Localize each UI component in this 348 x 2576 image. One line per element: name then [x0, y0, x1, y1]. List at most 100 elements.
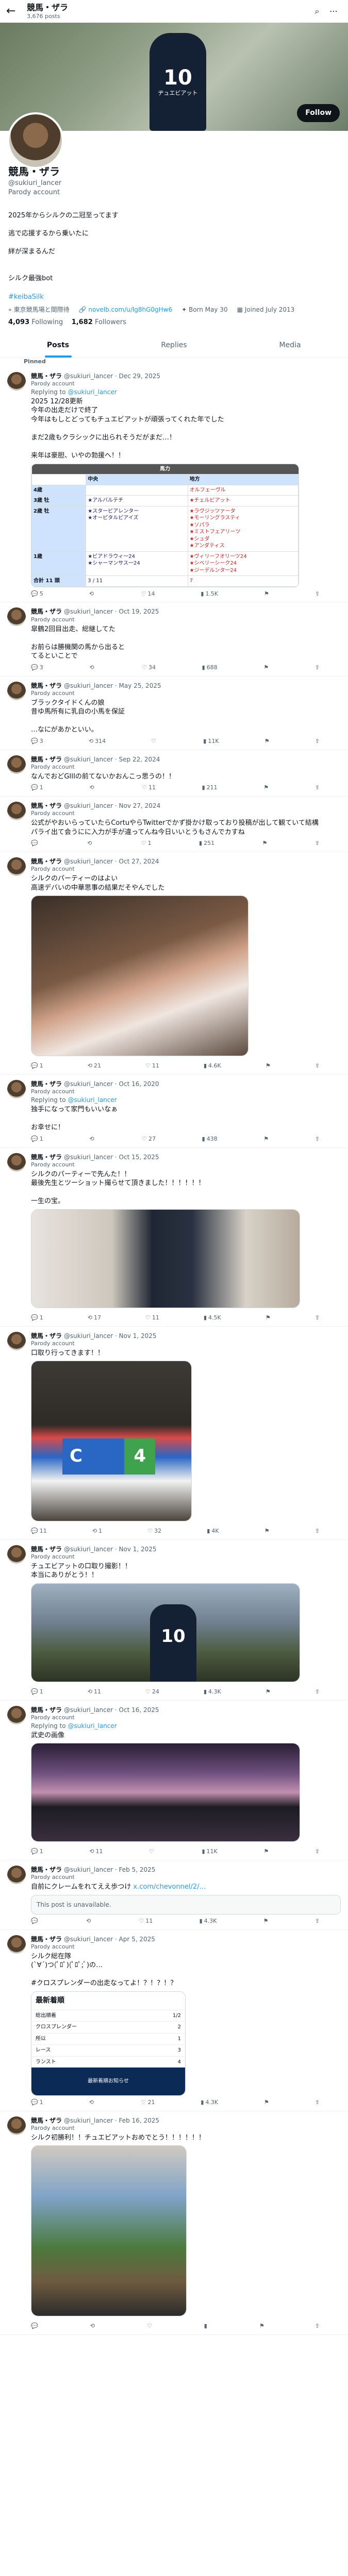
back-arrow-icon[interactable]: ←	[6, 4, 27, 19]
bookmark-icon[interactable]: ⚑	[264, 738, 270, 745]
post-avatar[interactable]	[7, 1705, 26, 1724]
post-avatar[interactable]	[7, 1153, 26, 1172]
share-icon[interactable]: ⇪	[315, 2099, 320, 2107]
bio-hashtag[interactable]: #keibaSilk	[8, 293, 44, 301]
post-image[interactable]	[31, 1743, 300, 1842]
post[interactable]: 競馬・ザラ @sukiuri_lancer · Sep 22, 2024 Paro…	[0, 750, 348, 797]
repost-icon[interactable]: ⟲	[89, 1136, 95, 1143]
views-icon[interactable]: ▮ 11K	[202, 1848, 217, 1856]
share-icon[interactable]: ⇪	[315, 784, 320, 792]
reply-icon[interactable]: 💬 3	[31, 738, 43, 745]
repost-icon[interactable]: ⟲ 314	[89, 738, 106, 745]
views-icon[interactable]: ▮ 251	[199, 840, 214, 848]
like-icon[interactable]: ♡ 11	[142, 784, 156, 792]
repost-icon[interactable]: ⟲	[86, 1918, 92, 1925]
post-link[interactable]: x.com/chevonnel/2/…	[133, 1883, 206, 1891]
post-avatar[interactable]	[7, 857, 26, 876]
share-icon[interactable]: ⇪	[315, 1848, 320, 1856]
reply-icon[interactable]: 💬 1	[31, 1136, 43, 1143]
like-icon[interactable]: ♡	[149, 1848, 156, 1856]
like-icon[interactable]: ♡ 24	[145, 1688, 159, 1696]
bookmark-icon[interactable]: ⚑	[263, 1136, 269, 1143]
repost-icon[interactable]: ⟲ 11	[89, 1848, 103, 1856]
post-image[interactable]: C4	[31, 1361, 192, 1522]
repost-icon[interactable]: ⟲ 11	[88, 1688, 101, 1696]
reply-icon[interactable]: 💬 1	[31, 1848, 43, 1856]
post-avatar[interactable]	[7, 1935, 26, 1954]
tab-replies[interactable]: Replies	[116, 333, 232, 358]
repost-icon[interactable]: ⟲	[89, 784, 95, 792]
reply-icon[interactable]: 💬 1	[31, 1688, 43, 1696]
website[interactable]: 🔗 novelb.com/u/lg8hG0gHw6	[79, 306, 173, 314]
post-avatar[interactable]	[7, 681, 26, 700]
like-icon[interactable]: ♡ 11	[139, 1918, 153, 1925]
views-icon[interactable]: ▮ 4.5K	[204, 1314, 221, 1322]
repost-icon[interactable]: ⟲	[89, 664, 95, 672]
followers-count[interactable]: 1,682 Followers	[72, 318, 126, 326]
post[interactable]: Pinned 競馬・ザラ @sukiuri_lancer · Dec 29, 20…	[0, 358, 348, 603]
views-icon[interactable]: ▮ 438	[202, 1136, 218, 1143]
post-avatar[interactable]	[7, 1331, 26, 1350]
more-icon[interactable]: ⋯	[325, 6, 342, 17]
views-icon[interactable]: ▮ 1.5K	[201, 590, 218, 598]
share-icon[interactable]: ⇪	[315, 840, 320, 848]
tab-media[interactable]: Media	[232, 333, 348, 358]
bookmark-icon[interactable]: ⚑	[263, 784, 269, 792]
reply-handle[interactable]: @sukiuri_lancer	[68, 1096, 117, 1104]
views-icon[interactable]: ▮ 4.3K	[200, 1918, 217, 1925]
post[interactable]: 競馬・ザラ @sukiuri_lancer · Oct 16, 2020 Paro…	[0, 1075, 348, 1148]
reply-icon[interactable]: 💬	[31, 1918, 40, 1925]
reply-icon[interactable]: 💬 3	[31, 664, 43, 672]
like-icon[interactable]: ♡ 34	[142, 664, 156, 672]
views-icon[interactable]: ▮ 11K	[203, 738, 219, 745]
avatar[interactable]	[7, 112, 64, 169]
repost-icon[interactable]: ⟲ 17	[88, 1314, 101, 1322]
views-icon[interactable]: ▮ 4K	[207, 1528, 219, 1535]
post[interactable]: 競馬・ザラ @sukiuri_lancer · Oct 27, 2024 Paro…	[0, 852, 348, 1075]
bookmark-icon[interactable]: ⚑	[262, 840, 267, 848]
post-avatar[interactable]	[7, 1866, 26, 1885]
post[interactable]: 競馬・ザラ @sukiuri_lancer · Apr 5, 2025 Parod…	[0, 1930, 348, 2111]
post[interactable]: 競馬・ザラ @sukiuri_lancer · Oct 16, 2025 Paro…	[0, 1701, 348, 1861]
share-icon[interactable]: ⇪	[315, 1528, 320, 1535]
post[interactable]: 競馬・ザラ @sukiuri_lancer · Nov 1, 2025 Parod…	[0, 1540, 348, 1701]
bookmark-icon[interactable]: ⚑	[266, 1688, 271, 1696]
table-image[interactable]: 馬力 中央 地方 4歳 オルフェーヴル 3歳 牡 ★アルバルテチ ★チェルビアット 2歳 牡 ★ス…	[31, 463, 299, 587]
follow-button[interactable]: Follow	[297, 104, 340, 122]
reply-icon[interactable]: 💬	[31, 840, 40, 848]
reply-icon[interactable]: 💬 1	[31, 1314, 43, 1322]
share-icon[interactable]: ⇪	[315, 664, 320, 672]
post-avatar[interactable]	[7, 755, 26, 774]
reply-icon[interactable]: 💬	[31, 2323, 40, 2330]
tab-posts[interactable]: Posts	[0, 333, 116, 358]
reply-icon[interactable]: 💬 1	[31, 784, 43, 792]
share-icon[interactable]: ⇪	[315, 2323, 320, 2330]
repost-icon[interactable]: ⟲	[89, 590, 95, 598]
post-image[interactable]: 10	[31, 1583, 300, 1682]
like-icon[interactable]: ♡ 21	[141, 2099, 155, 2107]
views-icon[interactable]: ▮ 4.3K	[201, 2099, 218, 2107]
share-icon[interactable]: ⇪	[315, 1314, 320, 1322]
repost-icon[interactable]: ⟲ 1	[92, 1528, 102, 1535]
post-avatar[interactable]	[7, 802, 26, 821]
post-image[interactable]	[31, 2145, 187, 2317]
post[interactable]: 競馬・ザラ @sukiuri_lancer · Nov 27, 2024 Paro…	[0, 796, 348, 852]
views-icon[interactable]: ▮ 688	[202, 664, 218, 672]
share-icon[interactable]: ⇪	[315, 738, 320, 745]
post[interactable]: 競馬・ザラ @sukiuri_lancer · Feb 5, 2025 Parod…	[0, 1860, 348, 1930]
bookmark-icon[interactable]: ⚑	[259, 2323, 264, 2330]
like-icon[interactable]: ♡ 27	[142, 1136, 156, 1143]
repost-icon[interactable]: ⟲	[89, 2099, 95, 2107]
reply-icon[interactable]: 💬 5	[31, 590, 43, 598]
share-icon[interactable]: ⇪	[315, 1688, 320, 1696]
post-image[interactable]	[31, 895, 248, 1057]
post-avatar[interactable]	[7, 607, 26, 626]
post[interactable]: 競馬・ザラ @sukiuri_lancer · Feb 16, 2025 Paro…	[0, 2111, 348, 2335]
like-icon[interactable]: ♡ 11	[145, 1314, 159, 1322]
bookmark-icon[interactable]: ⚑	[266, 1314, 271, 1322]
like-icon[interactable]: ♡	[151, 738, 158, 745]
post-avatar[interactable]	[7, 371, 26, 391]
reply-handle[interactable]: @sukiuri_lancer	[68, 1722, 117, 1730]
reply-icon[interactable]: 💬 1	[31, 2099, 43, 2107]
post[interactable]: 競馬・ザラ @sukiuri_lancer · Oct 15, 2025 Paro…	[0, 1148, 348, 1327]
